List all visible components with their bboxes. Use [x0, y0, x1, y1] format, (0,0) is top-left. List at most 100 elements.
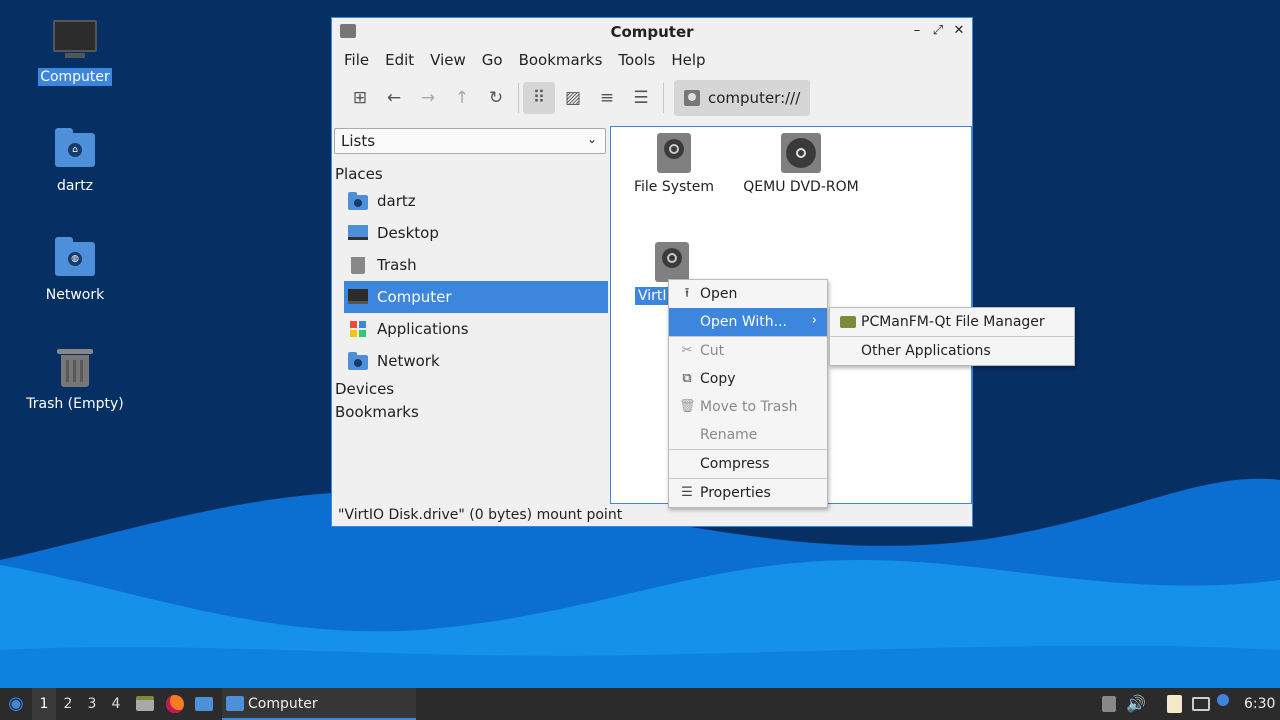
- menu-item-open-with[interactable]: Open With... ›: [669, 308, 827, 336]
- sidebar-item-network[interactable]: Network: [344, 345, 608, 377]
- menu-edit[interactable]: Edit: [377, 46, 422, 76]
- trash-icon: [53, 345, 97, 389]
- open-icon: ⭱: [684, 286, 690, 301]
- cut-icon: ✂: [681, 343, 693, 358]
- menu-file[interactable]: File: [336, 46, 377, 76]
- desktop-icon-home[interactable]: ⌂ dartz: [15, 127, 135, 195]
- back-icon[interactable]: ←: [378, 82, 410, 114]
- volume-icon[interactable]: 🔊: [1126, 688, 1146, 720]
- menu-item-move-to-trash[interactable]: 🗑 Move to Trash: [669, 393, 827, 421]
- sidebar-item-computer[interactable]: Computer: [344, 281, 608, 313]
- menu-go[interactable]: Go: [474, 46, 511, 76]
- file-manager-icon: [840, 316, 856, 328]
- chevron-right-icon: ›: [811, 313, 817, 328]
- minimize-button[interactable]: –: [908, 22, 926, 40]
- clipboard-icon[interactable]: [1164, 688, 1184, 720]
- menu-item-label: Cut: [700, 343, 725, 359]
- menu-item-copy[interactable]: ⧉ Copy: [669, 365, 827, 393]
- sidebar-item-applications[interactable]: Applications: [344, 313, 608, 345]
- chevron-down-icon: ⌄: [586, 132, 597, 146]
- clock[interactable]: 6:30: [1244, 688, 1276, 720]
- home-folder-icon: ⌂: [53, 127, 97, 171]
- desktop-icon-computer[interactable]: Computer: [15, 18, 135, 86]
- task-label: Computer: [248, 696, 318, 712]
- icon-view-icon[interactable]: ⠿: [523, 82, 555, 114]
- file-item-file-system[interactable]: File System: [609, 133, 739, 195]
- desktop-icon-trash[interactable]: Trash (Empty): [15, 345, 135, 413]
- applications-icon: [348, 320, 368, 338]
- sidebar-item-label: Computer: [377, 288, 452, 306]
- menu-item-pcmanfm-qt[interactable]: PCManFM-Qt File Manager: [830, 308, 1074, 336]
- show-desktop-icon[interactable]: [193, 688, 215, 720]
- forward-icon[interactable]: →: [412, 82, 444, 114]
- desktop-icon: [348, 224, 368, 242]
- properties-icon: ☰: [681, 485, 693, 500]
- sidebar-item-label: dartz: [377, 192, 416, 210]
- file-manager-launcher-icon[interactable]: [134, 688, 156, 720]
- menu-item-label: Open: [700, 286, 738, 302]
- compact-view-icon[interactable]: ≡: [591, 82, 623, 114]
- workspace-2[interactable]: 2: [56, 688, 80, 720]
- toolbar: ⊞ ← → ↑ ↻ ⠿ ▨ ≡ ☰ computer:///: [332, 76, 972, 120]
- open-with-submenu: PCManFM-Qt File Manager Other Applicatio…: [829, 307, 1075, 366]
- workspace-1[interactable]: 1: [32, 688, 56, 720]
- title-bar[interactable]: Computer – ⤢ ✕: [332, 18, 972, 46]
- maximize-button[interactable]: ⤢: [929, 22, 947, 40]
- location-bar[interactable]: computer:///: [674, 80, 811, 116]
- workspace-4[interactable]: 4: [104, 688, 128, 720]
- thumbnail-view-icon[interactable]: ▨: [557, 82, 589, 114]
- desktop-icon-label: dartz: [56, 178, 94, 194]
- menu-item-other-applications[interactable]: Other Applications: [830, 337, 1074, 365]
- folder-icon: [226, 696, 244, 711]
- sidebar-item-trash[interactable]: Trash: [344, 249, 608, 281]
- file-manager-window: Computer – ⤢ ✕ File Edit View Go Bookmar…: [331, 17, 973, 527]
- up-icon[interactable]: ↑: [446, 82, 478, 114]
- workspace-3[interactable]: 3: [80, 688, 104, 720]
- network-status-icon[interactable]: [1190, 688, 1212, 720]
- menu-bar: File Edit View Go Bookmarks Tools Help: [332, 46, 972, 76]
- menu-item-cut[interactable]: ✂ Cut: [669, 337, 827, 365]
- window-title: Computer: [610, 23, 694, 41]
- desktop-icon-label: Computer: [38, 68, 112, 86]
- sidebar-item-home[interactable]: dartz: [344, 185, 608, 217]
- location-path: computer:///: [708, 89, 801, 107]
- firefox-icon[interactable]: [164, 688, 186, 720]
- menu-item-label: Other Applications: [861, 343, 991, 359]
- taskbar-task-computer[interactable]: Computer: [222, 688, 416, 720]
- menu-item-label: Move to Trash: [700, 399, 798, 415]
- detailed-view-icon[interactable]: ☰: [625, 82, 657, 114]
- bookmarks-heading[interactable]: Bookmarks: [335, 403, 419, 421]
- side-pane-mode-select[interactable]: Lists ⌄: [334, 128, 606, 154]
- menu-help[interactable]: Help: [663, 46, 713, 76]
- menu-item-compress[interactable]: Compress: [669, 450, 827, 478]
- side-pane: Lists ⌄ Places dartz Desktop Trash Compu…: [332, 126, 608, 504]
- menu-item-properties[interactable]: ☰ Properties: [669, 479, 827, 507]
- sidebar-item-desktop[interactable]: Desktop: [344, 217, 608, 249]
- menu-item-label: Copy: [700, 371, 736, 387]
- start-menu-icon[interactable]: ◉: [4, 688, 28, 720]
- drive-icon: [657, 133, 691, 173]
- menu-item-rename[interactable]: Rename: [669, 421, 827, 449]
- computer-icon: [53, 18, 97, 62]
- network-folder-icon: [348, 352, 368, 370]
- sidebar-item-label: Network: [377, 352, 440, 370]
- menu-bookmarks[interactable]: Bookmarks: [511, 46, 611, 76]
- menu-view[interactable]: View: [422, 46, 474, 76]
- file-item-dvd-rom[interactable]: QEMU DVD-ROM: [736, 133, 866, 195]
- menu-item-label: Rename: [700, 427, 758, 443]
- sidebar-item-label: Trash: [377, 256, 417, 274]
- notification-icon[interactable]: [1216, 688, 1234, 720]
- menu-item-label: Open With...: [700, 314, 787, 330]
- reload-icon[interactable]: ↻: [480, 82, 512, 114]
- menu-item-open[interactable]: ⭱ Open: [669, 280, 827, 308]
- close-button[interactable]: ✕: [950, 22, 968, 40]
- menu-tools[interactable]: Tools: [610, 46, 663, 76]
- menu-item-label: Compress: [700, 456, 770, 472]
- eject-icon[interactable]: [1100, 688, 1118, 720]
- new-tab-icon[interactable]: ⊞: [344, 82, 376, 114]
- devices-heading[interactable]: Devices: [335, 380, 394, 398]
- places-heading[interactable]: Places: [335, 165, 383, 183]
- sidebar-item-label: Desktop: [377, 224, 439, 242]
- toolbar-separator: [663, 83, 664, 113]
- desktop-icon-network[interactable]: ◍ Network: [15, 236, 135, 304]
